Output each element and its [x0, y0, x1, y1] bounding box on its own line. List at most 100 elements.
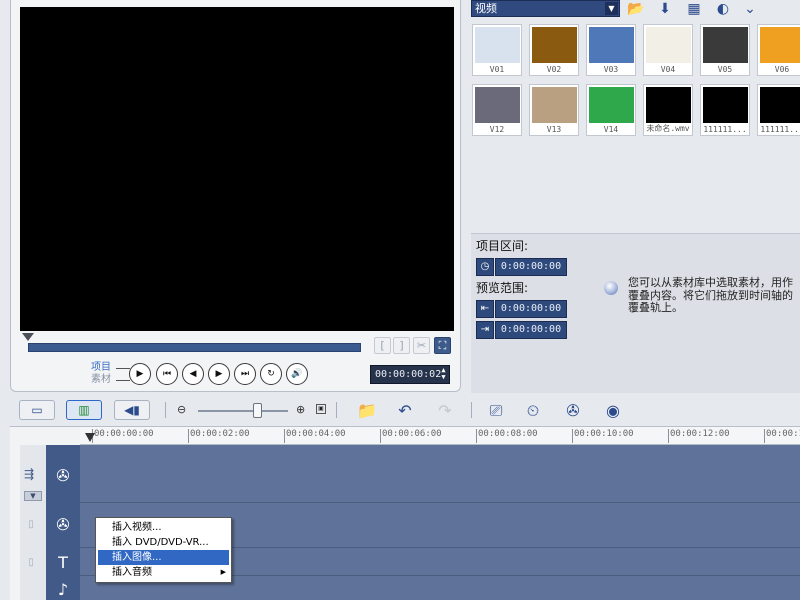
mark-in-button[interactable]: [	[374, 337, 391, 354]
zoom-slider-track[interactable]	[198, 410, 288, 412]
library-thumbnail[interactable]: V03	[586, 24, 636, 76]
ruler-tick-label: 00:00:14:00	[766, 429, 800, 439]
library-thumbnail[interactable]: V14	[586, 84, 636, 136]
capture-icon[interactable]: ◐	[714, 0, 732, 18]
library-thumbnail[interactable]: V05	[700, 24, 750, 76]
ruler-tick	[476, 429, 477, 443]
range-start-icon[interactable]: ⇤	[476, 300, 494, 318]
thumbnail-image	[475, 87, 520, 123]
thumbnail-image	[532, 27, 577, 63]
sort-icon[interactable]: ▦	[685, 0, 703, 18]
smart-proxy-icon[interactable]: ⎚	[484, 400, 508, 422]
play-icon[interactable]: ▶	[129, 363, 151, 385]
options-panel: 项目区间: ◷ 0:00:00:00 预览范围: ⇤ 0:00:00:00 ⇥ …	[471, 233, 800, 393]
thumbnail-caption: V05	[717, 65, 733, 74]
range-end-icon[interactable]: ⇥	[476, 321, 494, 339]
audio-track-icon[interactable]: ♪	[51, 579, 75, 600]
audio-view-icon[interactable]: ◀▮	[114, 400, 150, 420]
track-manager-icon[interactable]: ✇	[561, 400, 585, 422]
thumbnail-caption: V14	[603, 125, 619, 134]
thumbnail-image	[760, 27, 800, 63]
track-divider	[80, 502, 800, 503]
mode-switch[interactable]: 项目 素材	[91, 362, 111, 386]
thumbnail-caption: V03	[603, 65, 619, 74]
menu-item-insert-image[interactable]: 插入图像...	[98, 550, 229, 565]
timeline-options-icon[interactable]: ⏲	[521, 400, 545, 422]
project-duration-label: 项目区间:	[476, 239, 529, 253]
ruler-tick-label: 00:00:04:00	[286, 429, 346, 439]
thumbnail-image	[646, 87, 691, 123]
menu-item-label: 插入视频...	[112, 522, 162, 533]
skip-to-end-icon[interactable]: ⏭	[234, 363, 256, 385]
scissors-icon[interactable]: ✂	[413, 337, 430, 354]
ruler-tick	[764, 429, 765, 443]
all-tracks-icon[interactable]: ⇶	[22, 467, 36, 481]
zoom-in-icon[interactable]: ⊕	[296, 403, 305, 416]
library-thumbnail[interactable]: V12	[472, 84, 522, 136]
playhead-marker[interactable]	[85, 433, 95, 442]
library-thumbnail[interactable]: 111111...	[757, 84, 800, 136]
library-category-select[interactable]: 视频 ▼	[471, 0, 620, 17]
ruler-tick	[284, 429, 285, 443]
scrubber-handle[interactable]	[22, 333, 34, 341]
clock-icon: ◷	[476, 258, 494, 276]
fit-to-window-icon[interactable]: ▣	[316, 404, 326, 414]
menu-item-insert-video[interactable]: 插入视频...	[96, 520, 231, 535]
step-forward-icon[interactable]: ▶	[208, 363, 230, 385]
skip-to-start-icon[interactable]: ⏮	[156, 363, 178, 385]
zoom-slider-thumb[interactable]	[253, 403, 262, 418]
insert-media-icon[interactable]: 📁	[355, 400, 379, 422]
overlay-track-icon[interactable]: ✇	[51, 514, 75, 536]
library-thumbnail[interactable]: V06	[757, 24, 800, 76]
chevron-down-icon[interactable]: ▼	[605, 2, 618, 15]
timeline-view-icon[interactable]: ▥	[66, 400, 102, 420]
submenu-arrow-icon: ▶	[220, 568, 226, 576]
ruler-tick	[188, 429, 189, 443]
library-thumbnail[interactable]: 111111...	[700, 84, 750, 136]
timecode-field[interactable]: 00:00:00:02 ▲ ▼	[370, 365, 450, 384]
library-thumbnail[interactable]: V02	[529, 24, 579, 76]
mark-out-button[interactable]: ]	[393, 337, 410, 354]
library-thumbnail[interactable]: 未命名.wmv	[643, 84, 693, 136]
volume-icon[interactable]: 🔊	[286, 363, 308, 385]
storyboard-view-icon[interactable]: ▭	[19, 400, 55, 420]
undo-icon[interactable]: ↶	[393, 400, 417, 422]
range-end-field[interactable]: 0:00:00:00	[495, 321, 567, 339]
mode-project-label[interactable]: 项目	[91, 362, 111, 374]
thumbnail-caption: V12	[489, 125, 505, 134]
menu-item-insert-audio[interactable]: 插入音频 ▶	[96, 565, 231, 580]
video-track-icon[interactable]: ✇	[51, 465, 75, 487]
redo-icon: ↷	[438, 401, 452, 420]
thumbnail-caption: V02	[546, 65, 562, 74]
repeat-icon[interactable]: ↻	[260, 363, 282, 385]
library-panel: 视频 ▼ 📂 ⬇ ▦ ◐ ⌄ V01 V02 V03 V04 V05 V06 V12 V13 V…	[471, 0, 800, 142]
library-thumbnail[interactable]: V01	[472, 24, 522, 76]
step-back-icon[interactable]: ◀	[182, 363, 204, 385]
zoom-out-icon[interactable]: ⊖	[177, 403, 186, 416]
title-track-icon[interactable]: T	[51, 552, 75, 574]
hint-bulb-icon	[604, 281, 618, 295]
expand-preview-icon[interactable]: ⛶	[434, 337, 451, 354]
scrubber-bar[interactable]	[28, 343, 361, 352]
time-ruler[interactable]: 00:00:00:00 00:00:02:00 00:00:04:00 00:00:0…	[80, 427, 800, 445]
library-thumbnail[interactable]: V13	[529, 84, 579, 136]
menu-item-insert-dvd[interactable]: 插入 DVD/DVD-VR...	[96, 535, 231, 550]
import-icon[interactable]: ⬇	[656, 0, 674, 18]
expand-options-icon[interactable]: ⌄	[741, 0, 759, 18]
project-duration-field[interactable]: 0:00:00:00	[495, 258, 567, 276]
library-thumbnail[interactable]: V04	[643, 24, 693, 76]
ruler-tick-label: 00:00:00:00	[94, 429, 154, 439]
thumbnail-image	[703, 27, 748, 63]
lock-icon[interactable]: ▯	[24, 518, 38, 532]
mode-indicator-line	[116, 368, 130, 369]
mode-clip-label[interactable]: 素材	[91, 374, 111, 386]
folder-open-icon[interactable]: 📂	[627, 0, 645, 18]
scroll-up-icon[interactable]: ▲	[58, 446, 68, 454]
context-menu: 插入视频... 插入 DVD/DVD-VR... 插入图像... 插入音频 ▶	[95, 517, 232, 583]
chapter-point-icon[interactable]: ◉	[601, 400, 625, 422]
lock-icon[interactable]: ▯	[24, 556, 38, 570]
library-category-value: 视频	[475, 2, 497, 15]
collapse-icon[interactable]: ▼	[24, 491, 42, 501]
range-start-field[interactable]: 0:00:00:00	[495, 300, 567, 318]
timecode-spinner-icon[interactable]: ▲ ▼	[439, 367, 448, 382]
